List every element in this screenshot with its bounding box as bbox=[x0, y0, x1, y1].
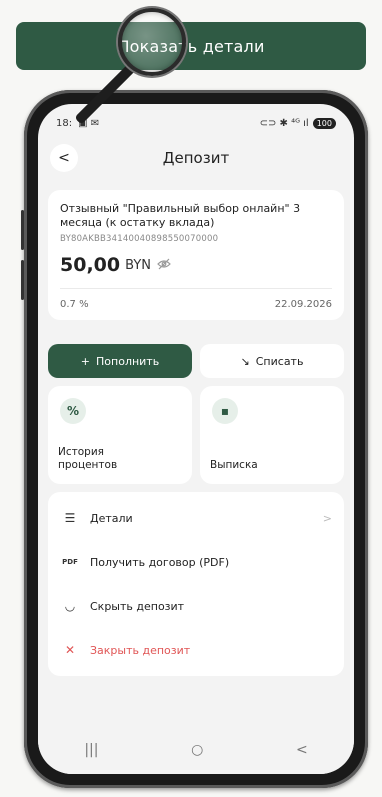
header: < Депозит bbox=[38, 138, 354, 178]
battery-icon: 100 bbox=[312, 117, 336, 129]
arrow-down-right-icon: ↘ bbox=[240, 354, 250, 368]
menu-item-contract[interactable]: PDF Получить договор (PDF) bbox=[48, 540, 344, 584]
back-icon: < bbox=[58, 150, 70, 166]
statement-label: Выписка bbox=[210, 459, 258, 471]
withdraw-button[interactable]: ↘ Списать bbox=[200, 344, 344, 378]
status-time: 18: bbox=[56, 117, 73, 129]
plus-icon: + bbox=[80, 354, 91, 368]
menu-label-close: Закрыть депозит bbox=[90, 643, 191, 657]
eye-off-icon[interactable] bbox=[157, 258, 171, 273]
nav-back-icon[interactable]: < bbox=[296, 742, 308, 758]
phone-frame: 18: ▣ ✉ ⊂⊃ ✱ ⁴ᴳ ıl 100 < Депозит Отзывны… bbox=[21, 90, 368, 788]
phone-screen: 18: ▣ ✉ ⊂⊃ ✱ ⁴ᴳ ıl 100 < Депозит Отзывны… bbox=[38, 104, 354, 774]
chevron-right-icon: > bbox=[322, 511, 332, 525]
deposit-end-date: 22.09.2026 bbox=[274, 299, 332, 310]
divider bbox=[60, 288, 332, 289]
list-icon: ☰ bbox=[64, 511, 76, 525]
deposit-rate: 0.7 % bbox=[60, 299, 89, 310]
back-button[interactable]: < bbox=[50, 144, 78, 172]
interest-history-label: История процентов bbox=[58, 446, 118, 471]
show-details-button[interactable]: Показать детали bbox=[16, 22, 366, 70]
statement-tile[interactable]: ▪ Выписка bbox=[200, 386, 344, 484]
menu-item-hide[interactable]: ◡ Скрыть депозит bbox=[48, 584, 344, 628]
menu-item-details[interactable]: ☰ Детали > bbox=[48, 496, 344, 540]
pdf-icon: PDF bbox=[62, 558, 78, 566]
volume-button bbox=[21, 210, 24, 250]
deposit-name: Отзывный "Правильный выбор онлайн" 3 мес… bbox=[60, 202, 301, 229]
menu-label-contract: Получить договор (PDF) bbox=[90, 555, 230, 569]
home-icon[interactable]: ○ bbox=[191, 742, 203, 758]
recent-apps-icon[interactable]: ||| bbox=[84, 742, 98, 758]
close-icon: ✕ bbox=[64, 643, 76, 657]
withdraw-label: Списать bbox=[255, 354, 304, 368]
system-nav-bar: ||| ○ < bbox=[38, 726, 354, 774]
deposit-menu: ☰ Детали > PDF Получить договор (PDF) ◡ … bbox=[48, 492, 344, 676]
interest-history-tile[interactable]: % История процентов bbox=[48, 386, 192, 484]
menu-label-details: Детали bbox=[90, 511, 133, 525]
topup-label: Пополнить bbox=[96, 354, 160, 368]
deposit-card: Отзывный "Правильный выбор онлайн" 3 мес… bbox=[48, 190, 344, 320]
menu-item-close[interactable]: ✕ Закрыть депозит bbox=[48, 628, 344, 672]
document-icon: ▪ bbox=[212, 398, 238, 424]
volume-button-2 bbox=[21, 260, 24, 300]
menu-label-hide: Скрыть депозит bbox=[90, 599, 185, 613]
deposit-currency: BYN bbox=[125, 257, 151, 273]
percent-icon: % bbox=[60, 398, 86, 424]
page-title: Депозит bbox=[162, 149, 230, 167]
eye-closed-icon: ◡ bbox=[64, 599, 76, 613]
topup-button[interactable]: + Пополнить bbox=[48, 344, 192, 378]
magnifier-icon bbox=[118, 8, 186, 76]
deposit-account: BY80AKBB34140040898550070000 bbox=[60, 234, 219, 244]
status-icons-right: ⊂⊃ ✱ ⁴ᴳ ıl bbox=[259, 117, 309, 129]
deposit-amount: 50,00 bbox=[60, 254, 121, 276]
